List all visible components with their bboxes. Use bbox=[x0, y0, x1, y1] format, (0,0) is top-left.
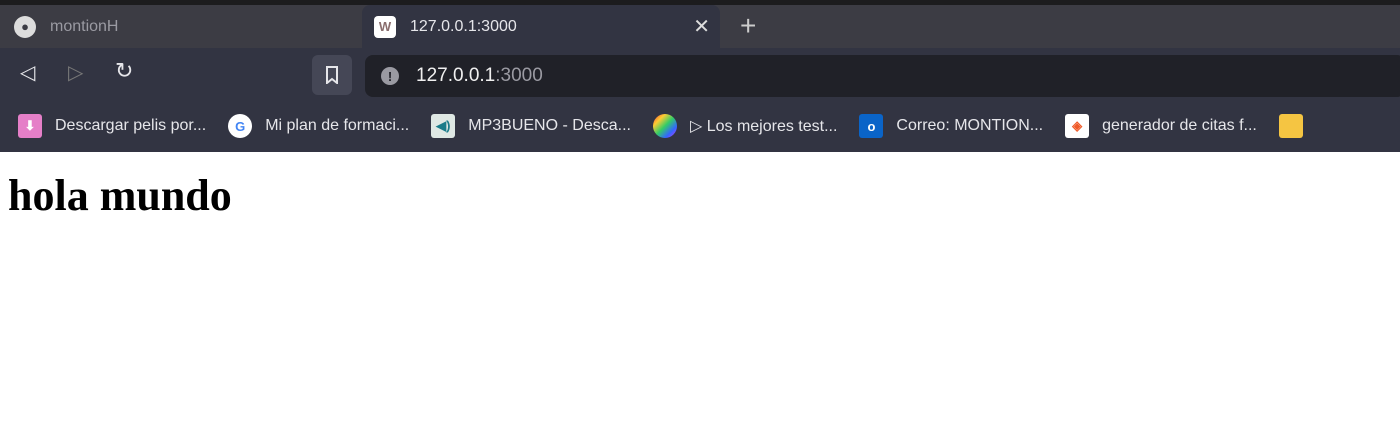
bookmark-label: MP3BUENO - Desca... bbox=[468, 117, 631, 134]
close-tab-icon[interactable]: ✕ bbox=[693, 14, 710, 39]
bookmark-label: ▷ Los mejores test... bbox=[689, 118, 838, 135]
bookmark-label: Correo: MONTION... bbox=[896, 117, 1044, 134]
bookmark-item[interactable]: ▷ Los mejores test... bbox=[652, 114, 838, 138]
bookmark-item[interactable]: ⬇ Descargar pelis por... bbox=[18, 114, 206, 138]
url-host: 127.0.0.1 bbox=[416, 65, 496, 86]
bookmark-item[interactable]: o Correo: MONTION... bbox=[859, 114, 1043, 138]
tab-localhost[interactable]: W 127.0.0.1:3000 ✕ bbox=[362, 5, 720, 48]
github-icon: ● bbox=[14, 15, 36, 38]
new-tab-button[interactable]: + bbox=[740, 12, 756, 40]
tab-title: montionH bbox=[50, 17, 119, 35]
address-bar[interactable]: ! 127.0.0.1:3000 bbox=[365, 55, 1400, 97]
tab-montionh[interactable]: ● montionH bbox=[0, 5, 360, 48]
bookmark-button[interactable] bbox=[312, 55, 352, 95]
bookmark-item[interactable]: ◈ generador de citas f... bbox=[1065, 114, 1257, 138]
google-icon: G bbox=[228, 114, 253, 138]
download-icon: ⬇ bbox=[18, 114, 42, 138]
page-heading: hola mundo bbox=[8, 171, 232, 220]
cap-icon: ◈ bbox=[1065, 114, 1090, 138]
speaker-icon: ◀) bbox=[431, 114, 456, 138]
back-icon[interactable]: ◁ bbox=[20, 60, 35, 85]
bookmark-label: Descargar pelis por... bbox=[55, 117, 207, 134]
reload-icon[interactable]: ↻ bbox=[115, 58, 133, 84]
bookmark-item[interactable]: G Mi plan de formaci... bbox=[228, 114, 409, 138]
forward-icon[interactable]: ▷ bbox=[68, 60, 83, 85]
bookmark-folder[interactable] bbox=[1278, 114, 1316, 138]
info-icon[interactable]: ! bbox=[381, 67, 399, 85]
toolbar: ◁ ▷ ↻ ! 127.0.0.1:3000 bbox=[0, 48, 1400, 100]
bookmarks-bar: ⬇ Descargar pelis por... G Mi plan de form… bbox=[0, 100, 1400, 152]
bookmark-item[interactable]: ◀) MP3BUENO - Desca... bbox=[431, 114, 631, 138]
outlook-icon: o bbox=[859, 114, 884, 138]
url-port: :3000 bbox=[495, 65, 543, 86]
tab-title: 127.0.0.1:3000 bbox=[410, 17, 517, 35]
w-icon: W bbox=[374, 15, 396, 38]
bookmark-label: generador de citas f... bbox=[1102, 117, 1257, 134]
folder-icon bbox=[1278, 114, 1303, 138]
brain-icon bbox=[652, 114, 677, 138]
bookmark-label: Mi plan de formaci... bbox=[265, 117, 410, 134]
bookmark-icon bbox=[326, 66, 338, 84]
